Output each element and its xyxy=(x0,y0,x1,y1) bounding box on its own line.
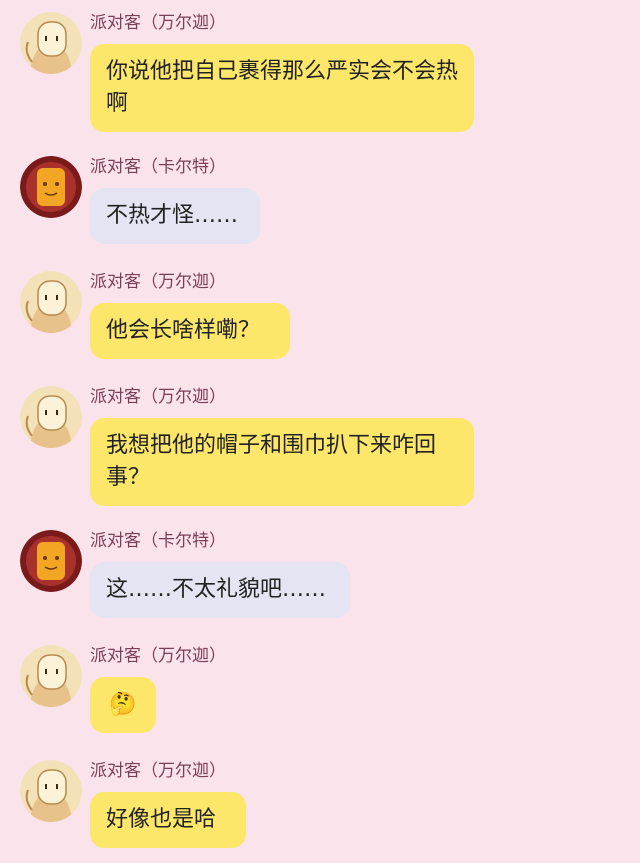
message-bubble[interactable]: 这……不太礼貌吧…… xyxy=(90,562,350,618)
avatar[interactable] xyxy=(20,12,82,74)
sender-name: 派对客（卡尔特） xyxy=(90,157,226,177)
message-bubble[interactable]: 好像也是哈 xyxy=(90,792,246,848)
sender-name: 派对客（万尔迦） xyxy=(90,646,226,666)
avatar[interactable] xyxy=(20,645,82,707)
cartoon-avatar-icon xyxy=(20,271,82,333)
cartoon-avatar-icon xyxy=(20,386,82,448)
sender-name: 派对客（卡尔特） xyxy=(90,531,226,551)
orange-character-avatar-icon xyxy=(20,156,82,218)
avatar[interactable] xyxy=(20,760,82,822)
avatar[interactable] xyxy=(20,156,82,218)
sender-name: 派对客（万尔迦） xyxy=(90,13,226,33)
sender-name: 派对客（万尔迦） xyxy=(90,761,226,781)
thinking-face-emoji: 🤔 xyxy=(109,692,137,717)
message-bubble[interactable]: 他会长啥样嘞？ xyxy=(90,303,290,359)
avatar[interactable] xyxy=(20,386,82,448)
cartoon-avatar-icon xyxy=(20,760,82,822)
cartoon-avatar-icon xyxy=(20,645,82,707)
avatar[interactable] xyxy=(20,271,82,333)
avatar[interactable] xyxy=(20,530,82,592)
sender-name: 派对客（万尔迦） xyxy=(90,272,226,292)
message-bubble[interactable]: 不热才怪…… xyxy=(90,188,260,244)
sender-name: 派对客（万尔迦） xyxy=(90,387,226,407)
message-bubble[interactable]: 你说他把自己裹得那么严实会不会热啊 xyxy=(90,44,474,132)
cartoon-avatar-icon xyxy=(20,12,82,74)
message-bubble[interactable]: 我想把他的帽子和围巾扒下来咋回事？ xyxy=(90,418,474,506)
orange-character-avatar-icon xyxy=(20,530,82,592)
chat-screen: { "messages": [ {"sender": "派对客（万尔迦）", "… xyxy=(0,0,640,863)
message-bubble[interactable]: 🤔 xyxy=(90,677,156,733)
